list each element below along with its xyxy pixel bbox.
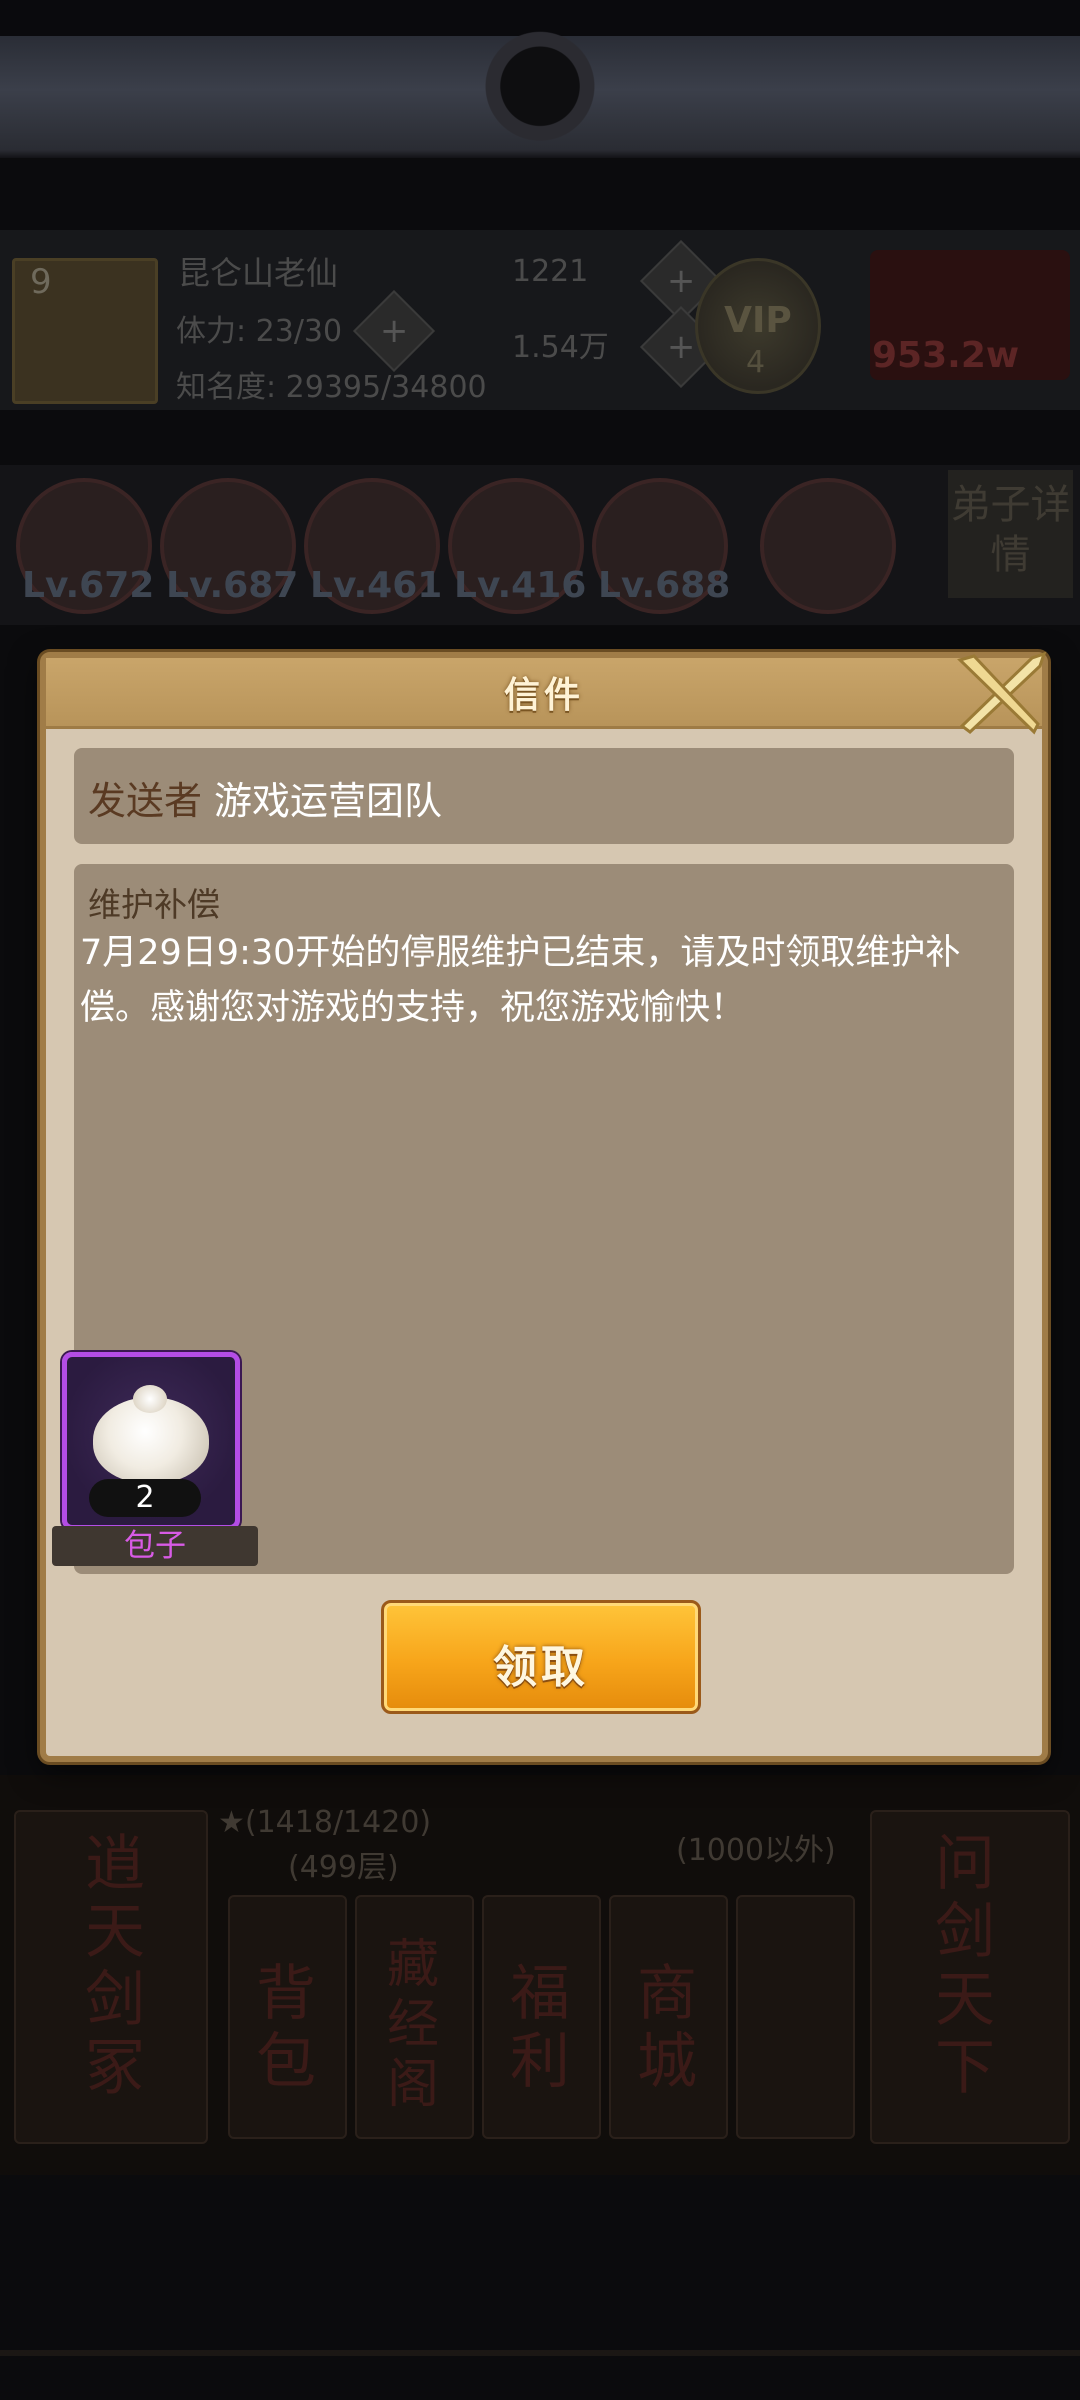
disciple-level: Lv.461 [310, 565, 443, 606]
disciple-level: Lv.416 [454, 565, 587, 606]
dialog-title: 信件 [503, 675, 584, 716]
roof-ornament-icon [470, 30, 610, 155]
library-label: 藏经阁 [386, 1935, 439, 2115]
claim-button-label: 领取 [493, 1642, 589, 1693]
player-stamina: 体力: 23/30 [176, 314, 343, 349]
sender-value: 游戏运营团队 [214, 779, 443, 823]
vip-level: 4 [746, 345, 766, 380]
disciple-level: Lv.688 [598, 565, 731, 606]
left-feature-label: 逍天剑冢 [85, 1829, 145, 2103]
power-value: 953.2w [872, 335, 1020, 376]
attachment-count: 2 [89, 1479, 201, 1517]
attachment-name: 包子 [52, 1526, 258, 1566]
currency-b-value: 1.54万 [512, 330, 609, 365]
disciple-level: Lv.687 [166, 565, 299, 606]
vip-label: VIP [724, 300, 792, 341]
bag-label: 背包 [256, 1959, 316, 2097]
sender-row: 发送者 游戏运营团队 [74, 748, 1014, 844]
shop-label: 商城 [637, 1959, 697, 2097]
disciple-avatar[interactable] [760, 478, 896, 614]
player-level: 9 [30, 262, 52, 302]
floor-count: (499层) [288, 1850, 399, 1885]
star-progress: ★(1418/1420) [218, 1805, 432, 1840]
dialog-titlebar: 信件 [46, 658, 1042, 729]
bottom-divider [0, 2350, 1080, 2356]
letter-dialog: 信件 发送者 游戏运营团队 维护补偿 7月29日9:30开始的停服维护已结束，请… [40, 652, 1048, 1762]
disciple-level: Lv.672 [22, 565, 155, 606]
steamed-bun-top [133, 1385, 167, 1413]
currency-a-value: 1221 [512, 254, 589, 289]
player-fame: 知名度: 29395/34800 [176, 370, 487, 405]
sender-label: 发送者 [88, 779, 203, 823]
attachment-item[interactable]: 2 [62, 1352, 240, 1530]
close-icon[interactable] [952, 646, 1052, 736]
mail-content: 7月29日9:30开始的停服维护已结束，请及时领取维护补偿。感谢您对游戏的支持，… [80, 933, 961, 1028]
mail-subject: 维护补偿 [88, 885, 220, 924]
disciple-detail-tab[interactable]: 弟子详情 [948, 470, 1073, 598]
player-name: 昆仑山老仙 [178, 254, 339, 292]
extra-button[interactable] [736, 1895, 855, 2139]
right-feature-label: 问剑天下 [935, 1829, 995, 2103]
limit-text: (1000以外) [676, 1833, 836, 1868]
claim-button[interactable]: 领取 [381, 1600, 701, 1714]
welfare-label: 福利 [510, 1959, 570, 2097]
